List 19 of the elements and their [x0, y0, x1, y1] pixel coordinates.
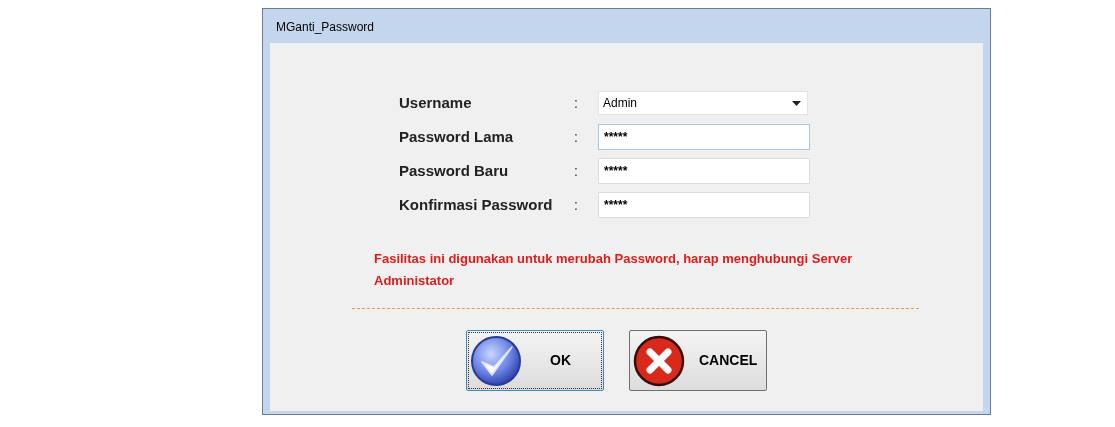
info-message: Fasilitas ini digunakan untuk merubah Password, harap menghubungi Server Administator: [374, 250, 854, 290]
field-label: Konfirmasi Password: [399, 194, 554, 215]
password-field[interactable]: *****: [598, 158, 810, 184]
password-field[interactable]: *****: [598, 124, 810, 150]
ok-button[interactable]: OK: [466, 330, 604, 391]
password-field[interactable]: *****: [598, 192, 810, 218]
cancel-button[interactable]: CANCEL: [629, 330, 767, 391]
check-icon: [470, 334, 522, 387]
separator-colon: :: [574, 161, 579, 181]
username-dropdown[interactable]: Admin: [598, 91, 808, 115]
window-title: MGanti_Password: [275, 19, 375, 36]
field-label: Username: [399, 92, 473, 113]
separator-colon: :: [574, 195, 579, 215]
dropdown-caret-icon: [792, 100, 801, 106]
field-label: Password Baru: [399, 160, 510, 181]
field-label: Password Lama: [399, 126, 515, 147]
separator-colon: :: [574, 127, 579, 147]
close-icon: [633, 334, 685, 387]
separator-colon: :: [574, 93, 579, 113]
